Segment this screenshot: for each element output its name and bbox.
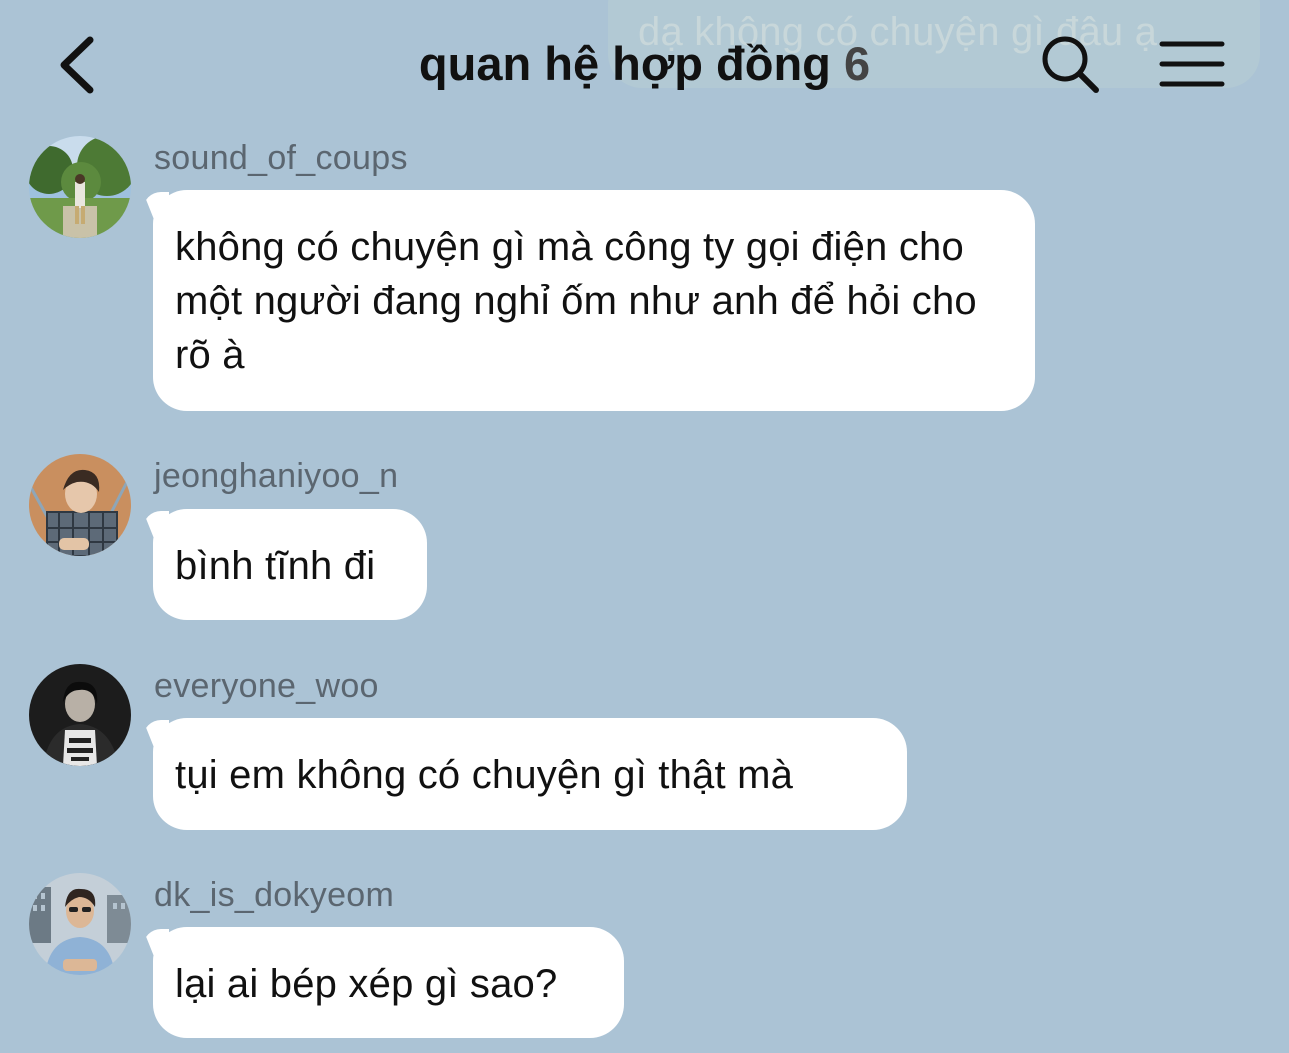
message-username: everyone_woo — [154, 667, 379, 705]
message-bubble[interactable]: không có chuyện gì mà công ty gọi điện c… — [153, 190, 1035, 411]
message-username: jeonghaniyoo_n — [154, 457, 399, 495]
member-count: 6 — [843, 37, 871, 90]
avatar[interactable] — [29, 873, 131, 975]
avatar[interactable] — [29, 454, 131, 556]
message-username: sound_of_coups — [154, 139, 408, 177]
chat-screen: dạ không có chuyện gì đâu ạ quan hệ hợp … — [0, 0, 1289, 1053]
message-bubble[interactable]: lại ai bép xép gì sao? — [153, 927, 624, 1038]
avatar[interactable] — [29, 664, 131, 766]
message-bubble[interactable]: tụi em không có chuyện gì thật mà — [153, 718, 907, 830]
search-icon — [1042, 36, 1099, 93]
avatar[interactable] — [29, 136, 131, 238]
hamburger-menu-icon — [1159, 41, 1225, 87]
chat-title: quan hệ hợp đồng — [418, 37, 831, 90]
search-button[interactable] — [1036, 30, 1106, 100]
message-username: dk_is_dokyeom — [154, 876, 395, 914]
message-bubble[interactable]: bình tĩnh đi — [153, 509, 427, 620]
menu-button[interactable] — [1154, 32, 1230, 98]
chat-header: dạ không có chuyện gì đâu ạ quan hệ hợp … — [0, 0, 1289, 130]
